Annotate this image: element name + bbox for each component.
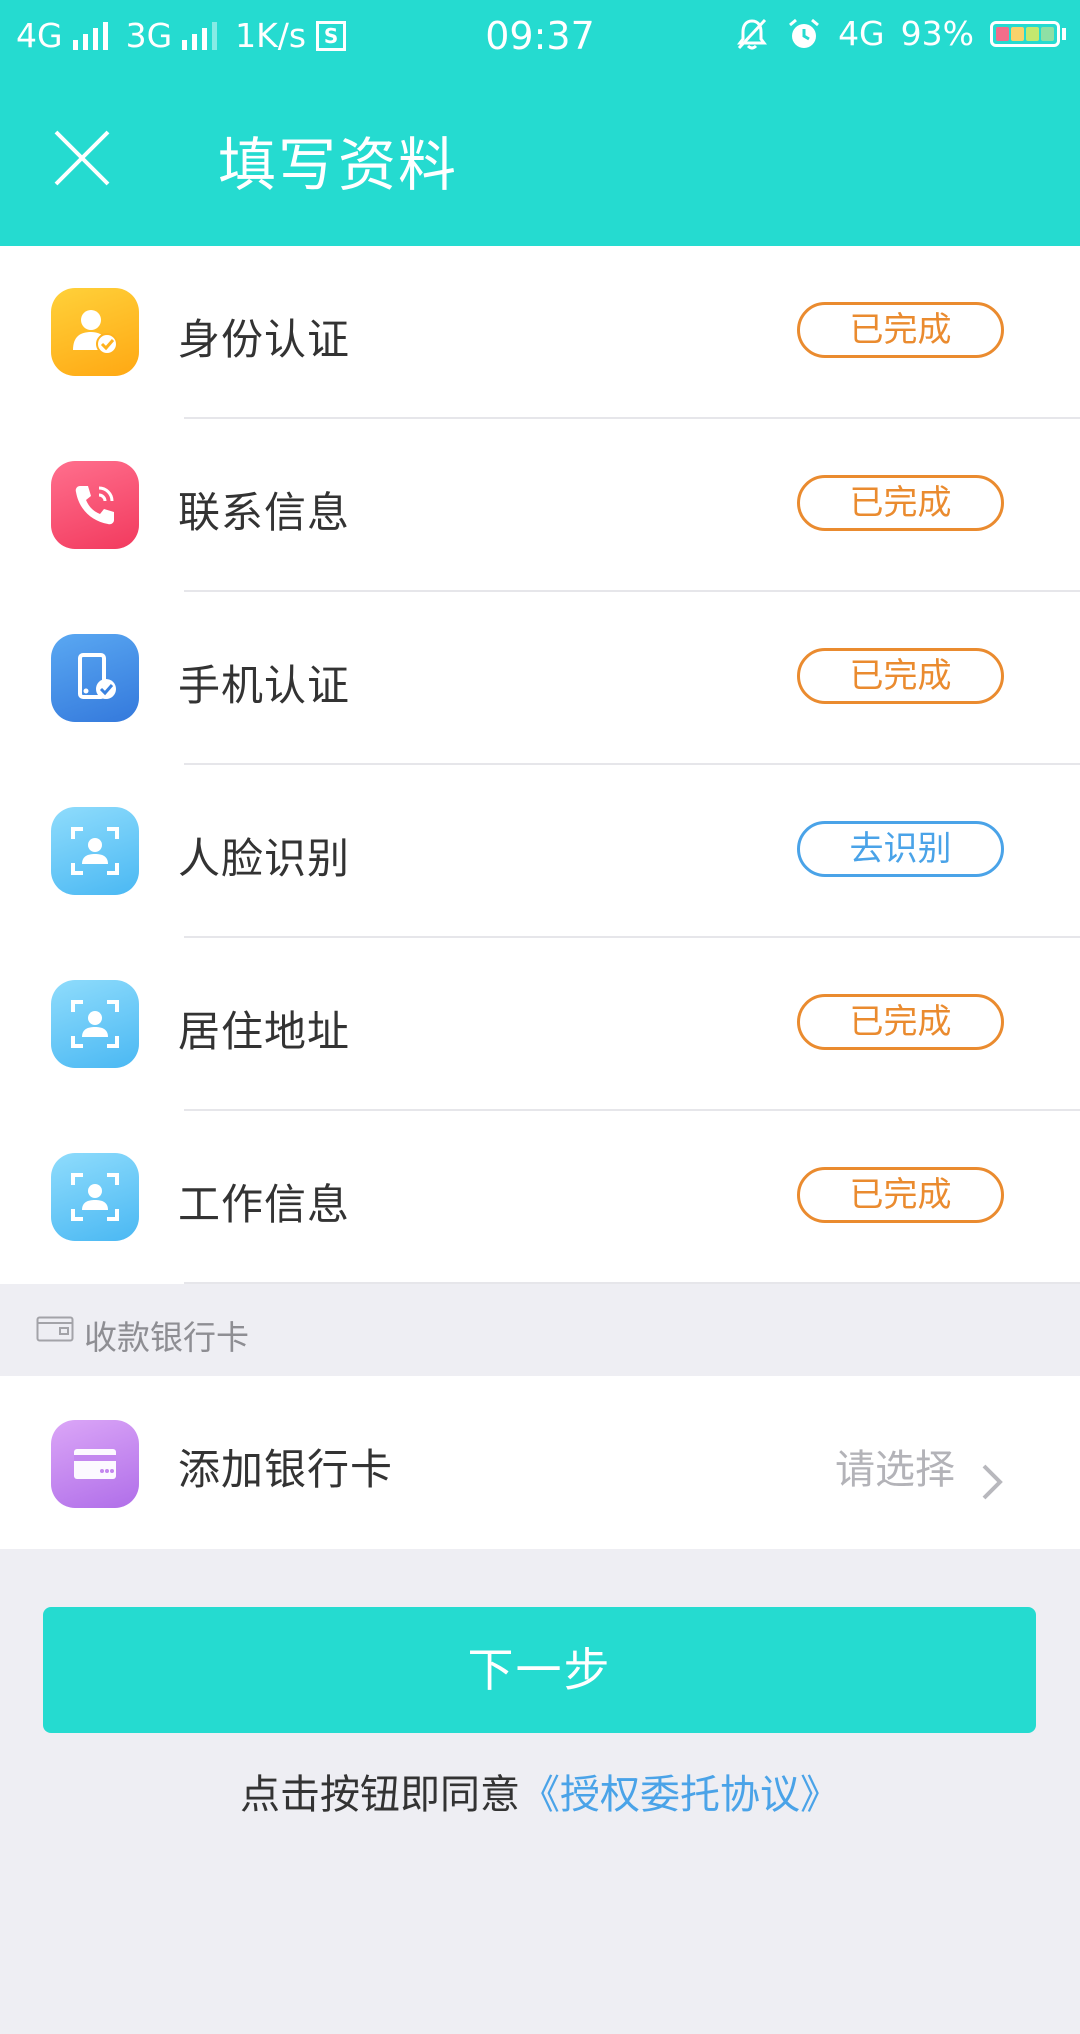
add-bank-card-row[interactable]: 添加银行卡 请选择 — [0, 1376, 1080, 1549]
status-badge[interactable]: 已完成 — [797, 994, 1004, 1050]
section-header-bank: 收款银行卡 — [0, 1285, 1080, 1376]
face-scan-icon — [51, 1153, 139, 1241]
section-title: 收款银行卡 — [84, 1318, 249, 1357]
status-right: 4G 93% — [734, 14, 1066, 53]
item-label: 身份认证 — [178, 315, 351, 364]
bank-card-icon — [51, 1420, 139, 1508]
face-scan-icon — [51, 980, 139, 1068]
mute-bell-icon — [737, 18, 768, 49]
battery-icon — [990, 20, 1066, 47]
wallet-icon — [36, 1316, 74, 1342]
phone-call-icon — [51, 461, 139, 549]
chevron-right-icon — [982, 1464, 1003, 1500]
agreement-prefix: 点击按钮即同意 — [240, 1772, 520, 1818]
id-verify-icon — [51, 288, 139, 376]
mobile-verify-icon — [51, 634, 139, 722]
item-label: 添加银行卡 — [178, 1445, 394, 1494]
page-title: 填写资料 — [218, 131, 459, 199]
battery-percent: 93% — [900, 14, 974, 53]
item-label: 联系信息 — [178, 488, 351, 537]
alarm-icon — [789, 18, 820, 48]
divider — [184, 1282, 1080, 1284]
agreement-link[interactable]: 《授权委托协议》 — [520, 1772, 840, 1818]
screen: 4G 3G 1K/s S 09:37 4G 93% 填写资料 身份认证 已完成 … — [0, 0, 1080, 2034]
status-badge[interactable]: 已完成 — [797, 648, 1004, 704]
app-header: 4G 3G 1K/s S 09:37 4G 93% 填写资料 — [0, 0, 1080, 246]
item-label: 人脸识别 — [178, 834, 351, 883]
bank-select-value: 请选择 — [835, 1447, 955, 1493]
list-item-address[interactable]: 居住地址 已完成 — [0, 938, 1080, 1111]
list-item-identity[interactable]: 身份认证 已完成 — [0, 246, 1080, 419]
verification-list: 身份认证 已完成 联系信息 已完成 手机认证 已完成 人脸识别 去识别 居住地址… — [0, 246, 1080, 1284]
network-type-3: 4G — [838, 14, 885, 53]
list-item-contact[interactable]: 联系信息 已完成 — [0, 419, 1080, 592]
item-label: 居住地址 — [178, 1007, 351, 1056]
list-item-mobile[interactable]: 手机认证 已完成 — [0, 592, 1080, 765]
status-bar: 4G 3G 1K/s S 09:37 4G 93% — [0, 0, 1080, 72]
next-step-button[interactable]: 下一步 — [43, 1607, 1036, 1733]
close-icon[interactable] — [52, 128, 112, 188]
status-badge[interactable]: 已完成 — [797, 475, 1004, 531]
status-badge[interactable]: 已完成 — [797, 302, 1004, 358]
list-item-work[interactable]: 工作信息 已完成 — [0, 1111, 1080, 1284]
agreement-text: 点击按钮即同意《授权委托协议》 — [0, 1762, 1080, 1820]
go-recognize-button[interactable]: 去识别 — [797, 821, 1004, 877]
list-item-face[interactable]: 人脸识别 去识别 — [0, 765, 1080, 938]
face-scan-icon — [51, 807, 139, 895]
item-label: 工作信息 — [178, 1180, 351, 1229]
item-label: 手机认证 — [178, 661, 351, 710]
status-badge[interactable]: 已完成 — [797, 1167, 1004, 1223]
